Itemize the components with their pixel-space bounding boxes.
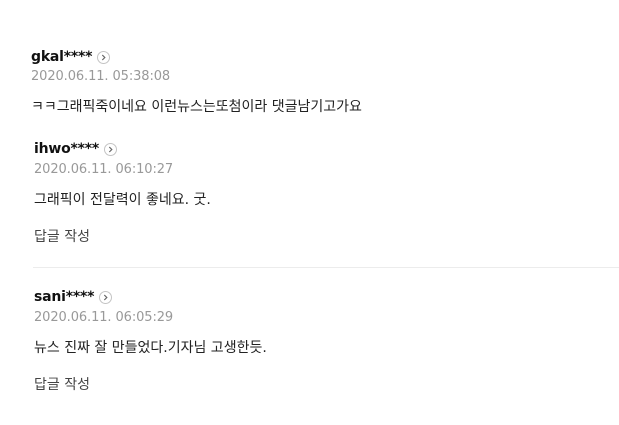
chevron-right-icon[interactable]: [97, 50, 111, 64]
comment-date: 2020.06.11. 06:05:29: [34, 310, 174, 325]
chevron-right-icon[interactable]: [99, 290, 113, 304]
comment-date: 2020.06.11. 05:38:08: [31, 69, 171, 84]
comment-date: 2020.06.11. 06:10:27: [34, 162, 174, 177]
comment-username[interactable]: sani****: [34, 289, 94, 305]
chevron-right-icon[interactable]: [104, 142, 118, 156]
comment-text: ㅋㅋ그래픽죽이네요 이런뉴스는또첨이라 댓글남기고가요: [31, 99, 362, 115]
comment-list: gkal**** 2020.06.11. 05:38:08 ㅋㅋ그래픽죽이네요 …: [0, 0, 619, 425]
comment-text: 뉴스 진짜 잘 만들었다.기자님 고생한듯.: [34, 340, 267, 356]
comment-header: gkal****: [31, 47, 111, 67]
comment-username[interactable]: gkal****: [31, 49, 92, 65]
reply-button[interactable]: 답글 작성: [34, 226, 90, 246]
reply-button[interactable]: 답글 작성: [34, 374, 90, 394]
comment-text: 그래픽이 전달력이 좋네요. 굿.: [34, 192, 211, 208]
comment-username[interactable]: ihwo****: [34, 141, 99, 157]
comment-header: ihwo****: [34, 139, 118, 159]
comment-header: sani****: [34, 287, 113, 307]
divider: [33, 267, 619, 268]
